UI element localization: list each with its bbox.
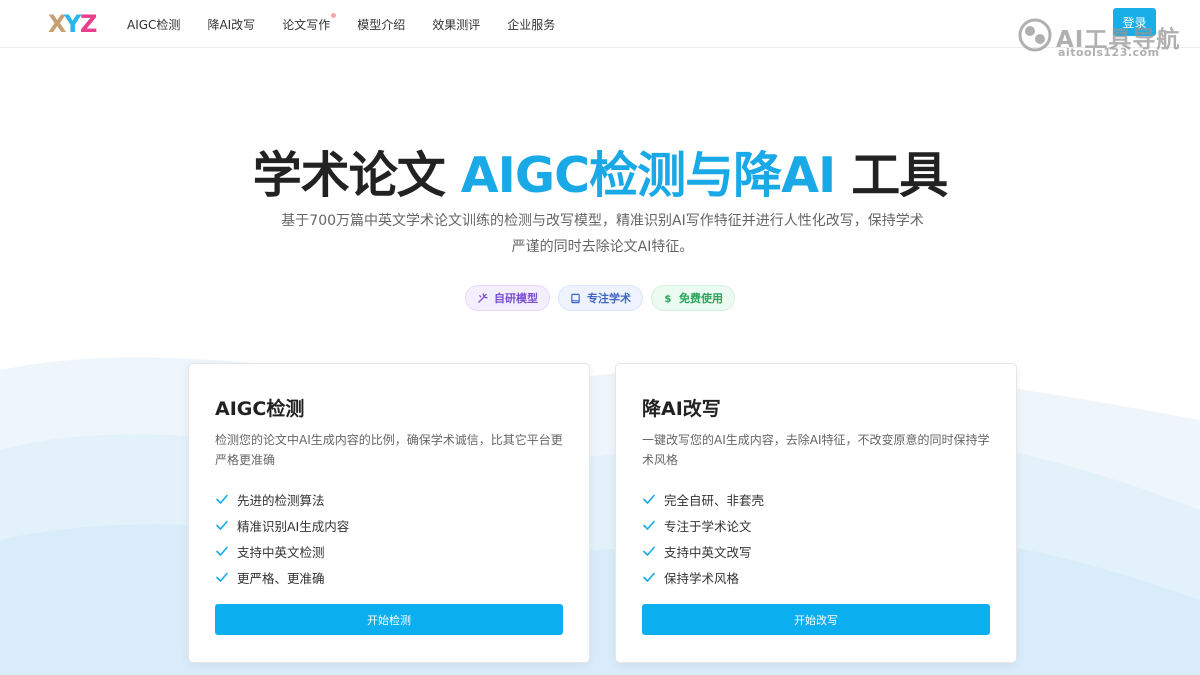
nav-item-paper-writing[interactable]: 论文写作 <box>282 12 337 33</box>
list-item: 专注于学术论文 <box>642 512 764 538</box>
aigc-detection-card: AIGC检测 检测您的论文中AI生成内容的比例，确保学术诚信，比其它平台更严格更… <box>188 363 590 663</box>
new-dot-indicator <box>331 12 337 18</box>
start-rewrite-button[interactable]: 开始改写 <box>642 604 990 635</box>
check-icon <box>643 546 655 556</box>
top-header: X Y Z AIGC检测 降AI改写 论文写作 模型介绍 效果测评 企业服务 登… <box>0 0 1200 48</box>
card-description: 检测您的论文中AI生成内容的比例，确保学术诚信，比其它平台更严格更准确 <box>215 433 563 467</box>
login-button[interactable]: 登录 <box>1113 8 1156 36</box>
card-title: AIGC检测 <box>215 398 305 420</box>
start-detection-button[interactable]: 开始检测 <box>215 604 563 635</box>
check-icon <box>216 546 228 556</box>
list-item: 完全自研、非套壳 <box>642 486 764 512</box>
nav-item-enterprise[interactable]: 企业服务 <box>507 16 555 33</box>
check-icon <box>643 572 655 582</box>
wave-background <box>0 357 1200 675</box>
check-icon <box>643 520 655 530</box>
badge-academic-focus: 专注学术 <box>558 285 643 311</box>
hero-title: 学术论文 AIGC检测与降AI 工具 <box>252 147 949 204</box>
card-title: 降AI改写 <box>642 398 721 420</box>
sparkle-icon <box>478 292 488 303</box>
dollar-icon: $ <box>664 294 671 304</box>
nav-item-model-intro[interactable]: 模型介绍 <box>357 16 405 33</box>
feature-list: 完全自研、非套壳 专注于学术论文 支持中英文改写 保持学术风格 <box>642 486 764 590</box>
list-item: 更严格、更准确 <box>215 564 349 590</box>
list-item: 支持中英文检测 <box>215 538 349 564</box>
check-icon <box>216 494 228 504</box>
reduce-ai-rewrite-card: 降AI改写 一键改写您的AI生成内容，去除AI特征，不改变原意的同时保持学术风格… <box>615 363 1017 663</box>
svg-text:$: $ <box>664 294 671 304</box>
feature-list: 先进的检测算法 精准识别AI生成内容 支持中英文检测 更严格、更准确 <box>215 486 349 590</box>
badge-self-developed: 自研模型 <box>465 285 550 311</box>
list-item: 精准识别AI生成内容 <box>215 512 349 538</box>
nav-item-reduce-ai[interactable]: 降AI改写 <box>207 16 255 33</box>
check-icon <box>643 494 655 504</box>
main-nav: AIGC检测 降AI改写 论文写作 模型介绍 效果测评 企业服务 <box>127 0 582 48</box>
check-icon <box>216 520 228 530</box>
brand-logo[interactable]: X Y Z <box>48 9 98 37</box>
check-icon <box>216 572 228 582</box>
book-icon <box>571 293 580 303</box>
list-item: 保持学术风格 <box>642 564 764 590</box>
hero-description: 基于700万篇中英文学术论文训练的检测与改写模型，精准识别AI写作特征并进行人性… <box>281 213 924 255</box>
card-description: 一键改写您的AI生成内容，去除AI特征，不改变原意的同时保持学术风格 <box>642 433 990 467</box>
badge-free-use: $ 免费使用 <box>651 285 735 311</box>
feature-badges: 自研模型 专注学术 $ 免费使用 <box>0 285 1200 311</box>
svg-text:Z: Z <box>80 10 97 37</box>
list-item: 先进的检测算法 <box>215 486 349 512</box>
list-item: 支持中英文改写 <box>642 538 764 564</box>
nav-item-evaluation[interactable]: 效果测评 <box>432 16 480 33</box>
nav-item-aigc-detect[interactable]: AIGC检测 <box>127 16 180 33</box>
hero-title-accent: AIGC检测与降AI <box>460 147 836 204</box>
